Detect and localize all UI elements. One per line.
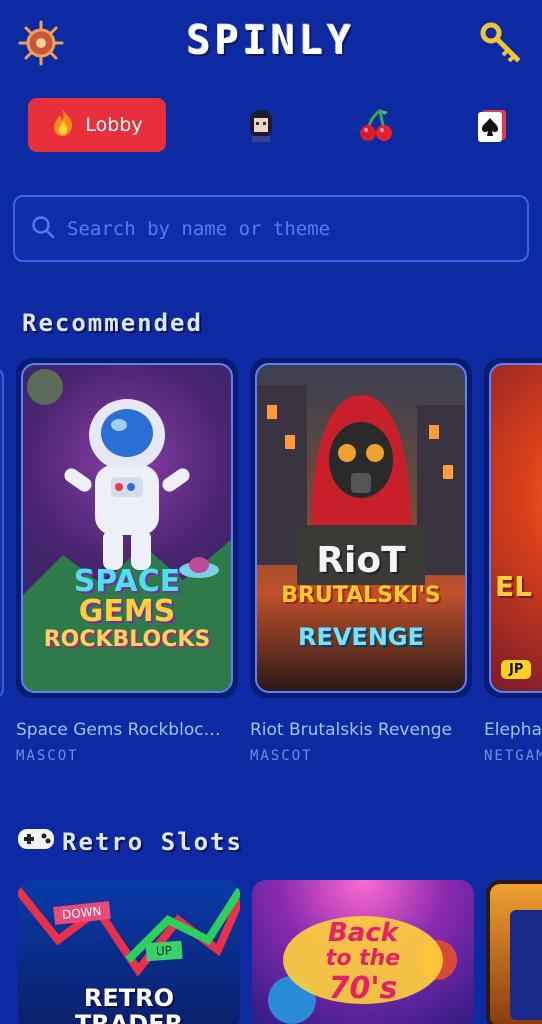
- game-title[interactable]: Elepha: [484, 720, 542, 740]
- game-card-frame: EL JP: [484, 358, 542, 698]
- game-provider: NETGAM: [484, 748, 542, 764]
- art-title-line-1: SPACE: [73, 564, 181, 599]
- search-bar[interactable]: [13, 195, 529, 262]
- art-title-line-1: Back: [327, 918, 399, 948]
- art-title-line-3: ROCKBLOCKS: [43, 627, 211, 652]
- game-title[interactable]: Space Gems Rockbloc…: [16, 720, 221, 740]
- retro-slots-carousel[interactable]: DOWN UP RETRO TRADER Back to the 70's: [0, 880, 542, 1024]
- art-title-line-1: EL: [495, 570, 532, 603]
- previous-card-peek[interactable]: [0, 368, 4, 698]
- game-art-panel: [510, 910, 542, 1020]
- key-icon[interactable]: [480, 22, 522, 64]
- game-provider: MASCOT: [250, 748, 313, 764]
- game-thumbnail[interactable]: [486, 880, 542, 1024]
- game-thumbnail[interactable]: Back to the 70's: [252, 880, 474, 1024]
- fire-icon: [51, 109, 75, 142]
- game-thumbnail[interactable]: EL JP: [489, 363, 542, 693]
- retro-slots-heading: Retro Slots: [16, 826, 243, 858]
- category-nav: Lobby: [0, 98, 542, 154]
- app-logo[interactable]: SPINLY: [0, 18, 542, 64]
- recommended-carousel[interactable]: SPACE GEMS ROCKBLOCKS Space Gems Rockblo…: [0, 358, 542, 778]
- art-title-line-3: 70's: [328, 971, 398, 1006]
- art-title-line-2: to the: [325, 946, 401, 971]
- character-icon[interactable]: [242, 106, 280, 144]
- search-icon: [31, 215, 55, 243]
- game-card-frame: SPACE GEMS ROCKBLOCKS: [16, 358, 238, 698]
- art-title-line-1: RETRO: [83, 984, 175, 1012]
- game-card-frame: RioT BRUTALSKI'S REVENGE: [250, 358, 472, 698]
- game-thumbnail[interactable]: DOWN UP RETRO TRADER: [18, 880, 240, 1024]
- nav-lobby-label: Lobby: [85, 114, 143, 136]
- art-title-line-1: RioT: [316, 540, 406, 581]
- retro-slots-label: Retro Slots: [62, 828, 243, 856]
- nav-lobby-button[interactable]: Lobby: [28, 98, 166, 152]
- game-provider: MASCOT: [16, 748, 79, 764]
- cherry-icon[interactable]: [357, 106, 395, 144]
- up-tag: UP: [145, 940, 183, 962]
- game-title[interactable]: Riot Brutalskis Revenge: [250, 720, 452, 740]
- search-input[interactable]: [67, 217, 527, 240]
- game-thumbnail[interactable]: SPACE GEMS ROCKBLOCKS: [21, 363, 233, 693]
- app-header: SPINLY: [0, 0, 542, 85]
- art-title-line-2: TRADER: [74, 1010, 184, 1024]
- playing-card-icon[interactable]: [473, 106, 511, 144]
- art-title-line-2: GEMS: [78, 594, 176, 629]
- jackpot-badge: JP: [501, 660, 532, 679]
- gamepad-icon: [16, 826, 56, 858]
- recommended-heading: Recommended: [22, 309, 203, 337]
- art-title-line-3: REVENGE: [297, 623, 425, 651]
- game-thumbnail[interactable]: RioT BRUTALSKI'S REVENGE: [255, 363, 467, 693]
- art-title-line-2: BRUTALSKI'S: [281, 583, 441, 608]
